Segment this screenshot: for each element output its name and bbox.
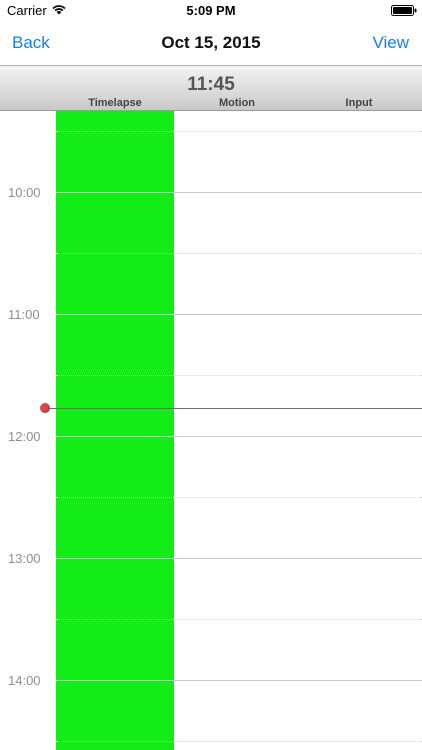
hour-gridline — [56, 558, 422, 559]
hour-label: 14:00 — [8, 673, 41, 688]
half-hour-gridline — [56, 131, 422, 132]
column-label-timelapse: Timelapse — [88, 97, 142, 109]
page-title: Oct 15, 2015 — [161, 33, 261, 52]
half-hour-gridline — [56, 741, 422, 742]
column-label-motion: Motion — [218, 97, 256, 109]
current-time-line — [46, 408, 422, 409]
timeline-header: 11:45 Timelapse Motion Input — [0, 65, 422, 111]
status-bar: Carrier 5:09 PM — [0, 0, 422, 22]
hour-label: 10:00 — [8, 185, 41, 200]
half-hour-gridline — [56, 497, 422, 498]
current-time-marker[interactable] — [40, 403, 50, 413]
current-time-readout: 11:45 — [187, 74, 235, 95]
half-hour-gridline — [56, 619, 422, 620]
hour-label: 11:00 — [8, 307, 40, 322]
battery-icon — [391, 5, 417, 16]
column-label-input: Input — [345, 97, 373, 109]
timeline-scroll-area[interactable]: 10:00 11:00 12:00 13:00 14:00 — [0, 111, 422, 750]
timelapse-recording-bar[interactable] — [56, 111, 174, 750]
half-hour-gridline — [56, 375, 422, 376]
hour-gridline — [56, 192, 422, 193]
hour-gridline — [56, 680, 422, 681]
status-time: 5:09 PM — [186, 3, 236, 18]
hour-label: 13:00 — [8, 551, 41, 566]
navigation-bar: Back Oct 15, 2015 View — [0, 22, 422, 65]
hour-gridline — [56, 314, 422, 315]
hour-gridline — [56, 436, 422, 437]
half-hour-gridline — [56, 253, 422, 254]
hour-label: 12:00 — [8, 429, 41, 444]
view-button[interactable]: View — [372, 32, 409, 54]
